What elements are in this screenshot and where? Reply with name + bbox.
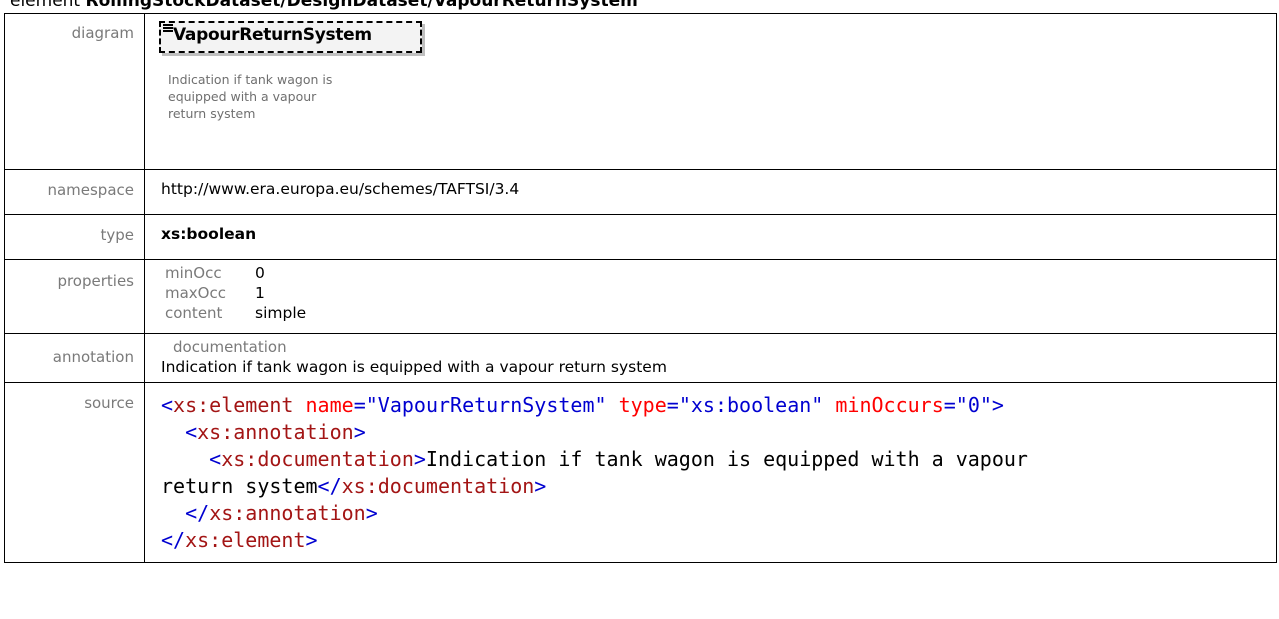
diagram-documentation: Indication if tank wagon is equipped wit… bbox=[168, 71, 333, 122]
diagram-doc-line: Indication if tank wagon is bbox=[168, 72, 333, 87]
annotation-label: annotation bbox=[4, 333, 145, 383]
diagram-doc-line: equipped with a vapour bbox=[168, 89, 317, 104]
properties-value: minOcc 0 maxOcc 1 content simple bbox=[144, 259, 1277, 334]
element-doc-table: diagram VapourReturnSystem Indication if… bbox=[4, 13, 1277, 563]
diagram-doc-line: return system bbox=[168, 106, 256, 121]
diagram-element-name: VapourReturnSystem bbox=[173, 25, 372, 45]
namespace-value: http://www.era.europa.eu/schemes/TAFTSI/… bbox=[144, 169, 1277, 215]
code-line: return system</xs:documentation> bbox=[161, 474, 547, 498]
code-line: <xs:annotation> bbox=[185, 420, 366, 444]
type-value: xs:boolean bbox=[144, 214, 1277, 260]
prop-key-minocc: minOcc bbox=[165, 264, 222, 282]
code-line: </xs:annotation> bbox=[185, 501, 378, 525]
annotation-icon bbox=[163, 24, 173, 32]
annotation-value: documentation Indication if tank wagon i… bbox=[144, 333, 1277, 383]
prop-key-maxocc: maxOcc bbox=[165, 284, 226, 302]
source-row: source <xs:element name="VapourReturnSys… bbox=[4, 382, 1277, 563]
source-code: <xs:element name="VapourReturnSystem" ty… bbox=[161, 392, 1276, 554]
code-line: <xs:element name="VapourReturnSystem" ty… bbox=[161, 393, 1004, 417]
prop-value-maxocc: 1 bbox=[255, 284, 265, 302]
heading-prefix: element bbox=[10, 0, 86, 11]
code-line: </xs:element> bbox=[161, 528, 318, 552]
source-label: source bbox=[4, 382, 145, 563]
properties-row: properties minOcc 0 maxOcc 1 content sim… bbox=[4, 259, 1277, 334]
prop-value-content: simple bbox=[255, 304, 307, 322]
annotation-row: annotation documentation Indication if t… bbox=[4, 333, 1277, 383]
type-text: xs:boolean bbox=[161, 225, 257, 243]
diagram-label: diagram bbox=[4, 13, 145, 170]
prop-key-content: content bbox=[165, 304, 223, 322]
type-label: type bbox=[4, 214, 145, 260]
page-heading: element RollingStockDataset/DesignDatase… bbox=[10, 0, 638, 11]
namespace-label: namespace bbox=[4, 169, 145, 215]
source-code-cell: <xs:element name="VapourReturnSystem" ty… bbox=[144, 382, 1277, 563]
namespace-text: http://www.era.europa.eu/schemes/TAFTSI/… bbox=[161, 180, 520, 198]
diagram-cell: VapourReturnSystem Indication if tank wa… bbox=[144, 13, 1277, 170]
type-row: type xs:boolean bbox=[4, 214, 1277, 260]
diagram-row: diagram VapourReturnSystem Indication if… bbox=[4, 13, 1277, 170]
prop-value-minocc: 0 bbox=[255, 264, 265, 282]
heading-path: RollingStockDataset/DesignDataset/Vapour… bbox=[85, 0, 638, 11]
annotation-text: Indication if tank wagon is equipped wit… bbox=[161, 358, 667, 376]
namespace-row: namespace http://www.era.europa.eu/schem… bbox=[4, 169, 1277, 215]
element-diagram-box[interactable]: VapourReturnSystem bbox=[159, 21, 422, 53]
properties-label: properties bbox=[4, 259, 145, 334]
code-line: <xs:documentation>Indication if tank wag… bbox=[209, 447, 1028, 471]
annotation-key: documentation bbox=[173, 338, 287, 356]
